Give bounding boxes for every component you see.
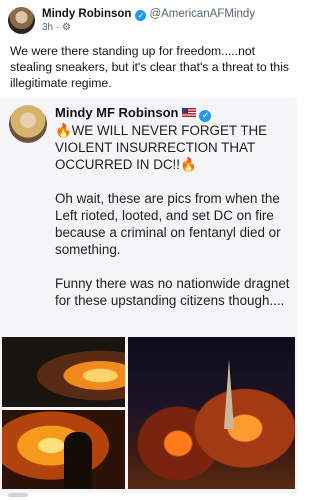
quoted-post-header: Mindy MF Robinson ✓ bbox=[55, 105, 212, 122]
post-time[interactable]: 3h bbox=[42, 22, 53, 33]
protester-silhouette bbox=[64, 432, 92, 489]
separator: · bbox=[55, 22, 60, 33]
author-handle[interactable]: @AmericanAFMindy bbox=[149, 8, 255, 20]
riot-fire-street-image[interactable] bbox=[2, 337, 125, 407]
post-actions-stub bbox=[8, 493, 28, 497]
quoted-author-name[interactable]: Mindy MF Robinson bbox=[55, 105, 178, 120]
post-text: We were there standing up for freedom...… bbox=[10, 44, 290, 90]
author-name[interactable]: Mindy Robinson bbox=[42, 8, 131, 20]
author-avatar[interactable] bbox=[8, 7, 35, 34]
verified-badge-icon: ✓ bbox=[135, 10, 147, 21]
fire-protester-image[interactable] bbox=[2, 410, 125, 489]
dc-night-fires-image[interactable] bbox=[128, 337, 295, 489]
quoted-post-text: 🔥WE WILL NEVER FORGET THE VIOLENT INSURR… bbox=[55, 123, 290, 308]
post-header: Mindy Robinson ✓ @AmericanAFMindy bbox=[42, 8, 255, 21]
social-post: Mindy Robinson ✓ @AmericanAFMindy 3h · ⚙ W… bbox=[0, 0, 297, 500]
monument-shape bbox=[224, 359, 234, 429]
us-flag-icon bbox=[182, 108, 197, 117]
audience-icon: ⚙ bbox=[62, 22, 71, 33]
verified-badge-icon: ✓ bbox=[199, 110, 212, 122]
quoted-author-avatar[interactable] bbox=[9, 105, 47, 143]
post-meta: 3h · ⚙ bbox=[42, 22, 71, 33]
